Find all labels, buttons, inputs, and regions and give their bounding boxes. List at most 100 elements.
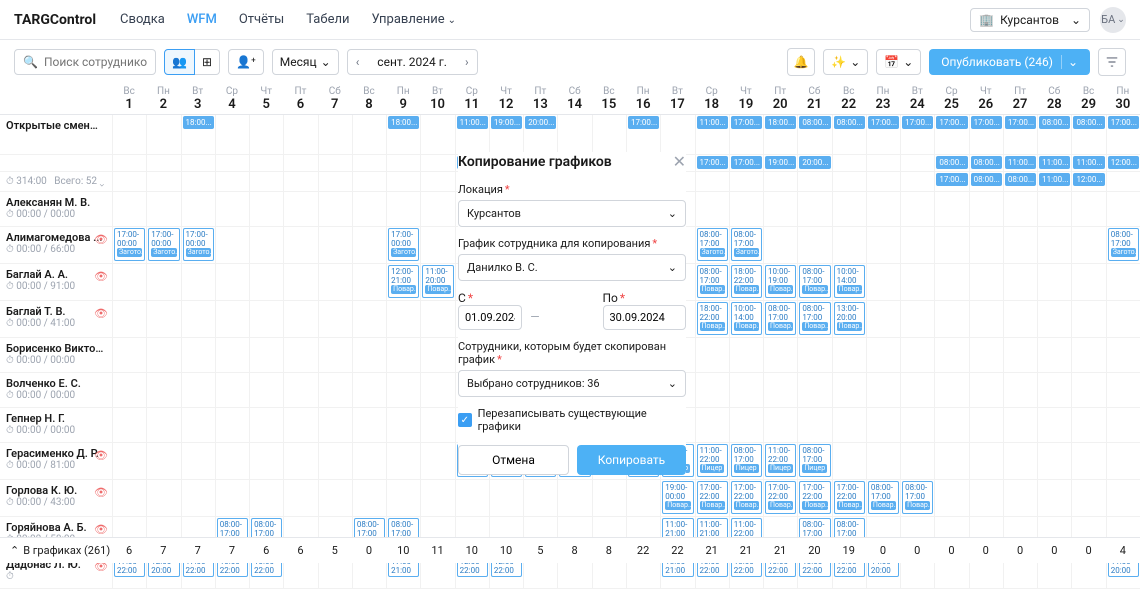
schedule-cell[interactable]: [866, 172, 900, 191]
filter-button[interactable]: [1098, 48, 1126, 76]
filter-people-button[interactable]: 👤⁺: [228, 49, 264, 75]
view-people-button[interactable]: 👥: [164, 49, 195, 75]
schedule-cell[interactable]: [1037, 373, 1071, 407]
schedule-cell[interactable]: [249, 408, 283, 442]
schedule-cell[interactable]: [866, 264, 900, 300]
schedule-cell[interactable]: 17:00-22:00Повар...: [695, 480, 729, 516]
schedule-cell[interactable]: [592, 115, 626, 154]
schedule-cell[interactable]: [420, 480, 454, 516]
schedule-cell[interactable]: [1037, 192, 1071, 226]
schedule-cell[interactable]: 08:00-17:00Пицер: [797, 443, 831, 479]
schedule-cell[interactable]: [1037, 301, 1071, 337]
employee-cell[interactable]: Алимагомедова ...⏱ 00:00 / 66:00👁: [0, 227, 112, 263]
schedule-cell[interactable]: [318, 373, 352, 407]
schedule-cell[interactable]: [215, 115, 249, 154]
schedule-cell[interactable]: 12:00...: [1106, 155, 1140, 171]
schedule-cell[interactable]: [420, 408, 454, 442]
schedule-cell[interactable]: [181, 408, 215, 442]
schedule-cell[interactable]: 11:00...: [1037, 172, 1071, 191]
schedule-cell[interactable]: [557, 115, 591, 154]
nav-wfm[interactable]: WFM: [187, 12, 217, 27]
schedule-cell[interactable]: [112, 338, 146, 372]
schedule-cell[interactable]: [283, 227, 317, 263]
schedule-cell[interactable]: [1037, 480, 1071, 516]
schedule-cell[interactable]: 08:00-17:00Загото...: [1106, 227, 1140, 263]
schedule-cell[interactable]: [900, 155, 934, 171]
schedule-cell[interactable]: [283, 408, 317, 442]
schedule-cell[interactable]: [112, 443, 146, 479]
schedule-cell[interactable]: 19:00...: [763, 155, 797, 171]
schedule-cell[interactable]: [146, 338, 180, 372]
schedule-cell[interactable]: 11:00...: [1037, 155, 1071, 171]
schedule-cell[interactable]: [592, 480, 626, 516]
schedule-cell[interactable]: [969, 301, 1003, 337]
schedule-cell[interactable]: [318, 301, 352, 337]
modal-target-select[interactable]: Выбрано сотрудников: 36⌄: [458, 370, 686, 397]
schedule-cell[interactable]: [1003, 192, 1037, 226]
schedule-cell[interactable]: [934, 301, 968, 337]
schedule-cell[interactable]: [181, 373, 215, 407]
schedule-cell[interactable]: [146, 115, 180, 154]
schedule-cell[interactable]: [763, 227, 797, 263]
schedule-cell[interactable]: 11:00...: [1071, 155, 1105, 171]
schedule-cell[interactable]: 17:00...: [1106, 115, 1140, 154]
schedule-cell[interactable]: 17:00...: [729, 115, 763, 154]
schedule-cell[interactable]: [900, 338, 934, 372]
schedule-cell[interactable]: [934, 373, 968, 407]
schedule-cell[interactable]: 08:00...: [1003, 172, 1037, 191]
schedule-cell[interactable]: [420, 155, 454, 171]
schedule-cell[interactable]: [420, 172, 454, 191]
bell-button[interactable]: 🔔: [787, 48, 815, 76]
modal-location-select[interactable]: Курсантов⌄: [458, 200, 686, 227]
schedule-cell[interactable]: [1037, 227, 1071, 263]
schedule-cell[interactable]: 19:00...: [489, 115, 523, 154]
schedule-cell[interactable]: [695, 338, 729, 372]
schedule-cell[interactable]: 08:00...: [969, 172, 1003, 191]
employee-cell[interactable]: Горлова К. Ю.⏱ 00:00 / 43:00👁: [0, 480, 112, 516]
schedule-cell[interactable]: [352, 115, 386, 154]
employee-cell[interactable]: Баглай А. А.⏱ 00:00 / 91:00👁: [0, 264, 112, 300]
schedule-cell[interactable]: 08:00-17:00Повар...: [797, 264, 831, 300]
schedule-cell[interactable]: 08:00-17:00Загото...: [729, 227, 763, 263]
schedule-cell[interactable]: [318, 443, 352, 479]
schedule-cell[interactable]: [626, 480, 660, 516]
schedule-cell[interactable]: [934, 480, 968, 516]
schedule-cell[interactable]: 12:00-21:00Повар...: [386, 264, 420, 300]
employee-cell[interactable]: Волченко Е. С.⏱ 00:00 / 00:00: [0, 373, 112, 407]
schedule-cell[interactable]: [660, 115, 694, 154]
schedule-cell[interactable]: [146, 480, 180, 516]
schedule-cell[interactable]: [318, 227, 352, 263]
schedule-cell[interactable]: [215, 408, 249, 442]
prev-period[interactable]: ‹: [348, 50, 368, 74]
schedule-cell[interactable]: 17:00-00:00Загото...: [181, 227, 215, 263]
schedule-cell[interactable]: [900, 443, 934, 479]
schedule-cell[interactable]: [1003, 373, 1037, 407]
schedule-cell[interactable]: [1106, 408, 1140, 442]
schedule-cell[interactable]: 11:00-22:00Пицер: [695, 443, 729, 479]
schedule-cell[interactable]: 08:00...: [1071, 115, 1105, 154]
schedule-cell[interactable]: 17:00-22:00Повар...: [763, 480, 797, 516]
schedule-cell[interactable]: [934, 408, 968, 442]
schedule-cell[interactable]: 18:00...: [181, 115, 215, 154]
schedule-cell[interactable]: [1106, 373, 1140, 407]
schedule-cell[interactable]: [969, 373, 1003, 407]
schedule-cell[interactable]: 17:00-22:00Повар...: [797, 480, 831, 516]
schedule-cell[interactable]: [729, 172, 763, 191]
schedule-cell[interactable]: 11:00...: [1003, 155, 1037, 171]
employee-cell[interactable]: Алексанян М. В.⏱ 00:00 / 00:00: [0, 192, 112, 226]
nav-reports[interactable]: Отчёты: [239, 12, 284, 27]
schedule-cell[interactable]: 17:00-22:00Повар...: [832, 480, 866, 516]
employee-cell[interactable]: Гепнер Н. Г.⏱ 00:00 / 00:00: [0, 408, 112, 442]
view-grid-button[interactable]: ⊞: [195, 49, 220, 75]
schedule-cell[interactable]: 11:00-20:00Повар...: [420, 264, 454, 300]
schedule-cell[interactable]: [1106, 338, 1140, 372]
schedule-cell[interactable]: [181, 155, 215, 171]
schedule-cell[interactable]: [283, 155, 317, 171]
schedule-cell[interactable]: [386, 480, 420, 516]
schedule-cell[interactable]: 08:00...: [832, 115, 866, 154]
schedule-cell[interactable]: [352, 443, 386, 479]
schedule-cell[interactable]: [832, 373, 866, 407]
schedule-cell[interactable]: [969, 338, 1003, 372]
schedule-cell[interactable]: 13:00-20:00Повар...: [832, 301, 866, 337]
schedule-cell[interactable]: [866, 192, 900, 226]
